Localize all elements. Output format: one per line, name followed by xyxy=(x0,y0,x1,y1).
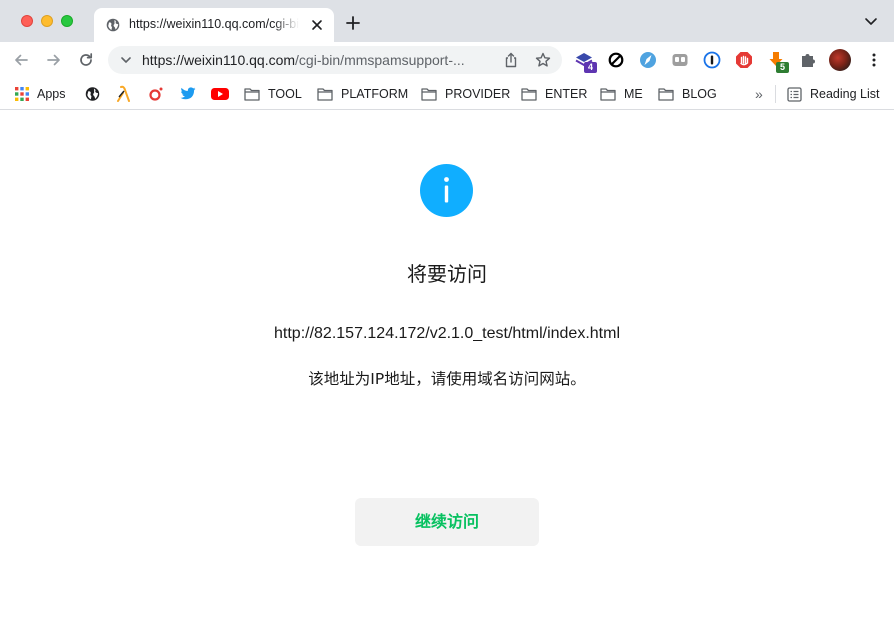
lambda-icon[interactable] xyxy=(116,84,132,104)
bookmarks-divider xyxy=(775,85,776,103)
bookmark-label: TOOL xyxy=(268,87,302,101)
globe-icon xyxy=(106,18,120,32)
extension-badge: 4 xyxy=(584,62,597,73)
more-menu-icon[interactable] xyxy=(866,52,882,68)
reading-list-icon xyxy=(787,86,802,102)
folder-icon xyxy=(244,88,260,101)
puzzle-icon[interactable] xyxy=(799,51,817,69)
reader-icon[interactable] xyxy=(671,51,689,69)
bookmark-folder-me[interactable]: ME xyxy=(600,84,643,104)
reading-list-label: Reading List xyxy=(810,87,880,101)
apps-grid-icon xyxy=(15,87,29,101)
url-host: https://weixin110.qq.com xyxy=(142,52,296,68)
back-icon[interactable] xyxy=(13,52,29,68)
continue-visit-button[interactable]: 继续访问 xyxy=(355,498,539,546)
fullscreen-window-button[interactable] xyxy=(61,15,73,27)
close-window-button[interactable] xyxy=(21,15,33,27)
folder-icon xyxy=(521,88,537,101)
browser-toolbar: https://weixin110.qq.com/cgi-bin/mmspams… xyxy=(0,42,894,78)
1password-icon[interactable] xyxy=(703,51,721,69)
adblock-icon[interactable] xyxy=(735,51,753,69)
bookmarks-bar: Apps TOOL PLATFORM PROVIDER ENTER ME BLO… xyxy=(0,78,894,110)
twitter-icon[interactable] xyxy=(180,84,196,104)
extension-badge: 5 xyxy=(776,62,789,73)
profile-avatar[interactable] xyxy=(829,49,851,71)
extension-stack[interactable]: 4 xyxy=(575,51,597,73)
forward-icon[interactable] xyxy=(46,52,62,68)
bookmark-folder-tool[interactable]: TOOL xyxy=(244,84,302,104)
tab-strip: https://weixin110.qq.com/cgi-bin/mmspams… xyxy=(0,0,894,42)
page-content: 将要访问 http://82.157.124.172/v2.1.0_test/h… xyxy=(0,110,894,634)
ip-address-notice: 该地址为IP地址，请使用域名访问网站。 xyxy=(308,370,586,388)
target-url: http://82.157.124.172/v2.1.0_test/html/i… xyxy=(274,325,620,342)
block-icon[interactable] xyxy=(607,51,625,69)
bookmark-label: ENTER xyxy=(545,87,588,101)
folder-icon xyxy=(658,88,674,101)
folder-icon xyxy=(317,88,333,101)
new-tab-icon[interactable] xyxy=(345,15,361,31)
extension-download[interactable]: 5 xyxy=(767,51,789,73)
bookmark-label: Apps xyxy=(37,87,66,101)
reading-list-button[interactable]: Reading List xyxy=(787,84,880,104)
folder-icon xyxy=(600,88,616,101)
close-tab-icon[interactable] xyxy=(310,18,324,32)
bookmark-folder-enter[interactable]: ENTER xyxy=(521,84,587,104)
tab-active[interactable]: https://weixin110.qq.com/cgi-bin/mmspams… xyxy=(94,8,334,42)
address-bar[interactable]: https://weixin110.qq.com/cgi-bin/mmspams… xyxy=(108,46,562,74)
bookmark-folder-provider[interactable]: PROVIDER xyxy=(421,84,510,104)
bookmark-label: ME xyxy=(624,87,643,101)
bookmark-label: BLOG xyxy=(682,87,717,101)
reload-icon[interactable] xyxy=(78,52,94,68)
youtube-icon[interactable] xyxy=(211,84,229,104)
bookmark-apps[interactable]: Apps xyxy=(15,84,66,104)
tab-title: https://weixin110.qq.com/cgi-bin/mmspams… xyxy=(129,17,299,31)
bookmark-label: PROVIDER xyxy=(445,87,511,101)
chevron-down-icon[interactable] xyxy=(120,55,132,65)
bookmark-folder-platform[interactable]: PLATFORM xyxy=(317,84,408,104)
browser-window: https://weixin110.qq.com/cgi-bin/mmspams… xyxy=(0,0,894,634)
share-icon[interactable] xyxy=(504,52,518,68)
bookmarks-overflow-button[interactable]: » xyxy=(755,84,763,104)
address-url[interactable]: https://weixin110.qq.com/cgi-bin/mmspams… xyxy=(142,52,497,70)
chevron-down-icon[interactable] xyxy=(864,17,878,27)
bookmark-label: PLATFORM xyxy=(341,87,409,101)
compass-icon[interactable] xyxy=(639,51,657,69)
minimize-window-button[interactable] xyxy=(41,15,53,27)
folder-icon xyxy=(421,88,437,101)
info-icon xyxy=(420,164,473,217)
url-path: /cgi-bin/mmspamsupport-... xyxy=(295,52,465,68)
globe-icon[interactable] xyxy=(85,84,100,104)
page-title: 将要访问 xyxy=(407,262,487,286)
bookmark-star-icon[interactable] xyxy=(535,52,551,68)
oschina-icon[interactable] xyxy=(148,84,164,104)
bookmark-folder-blog[interactable]: BLOG xyxy=(658,84,717,104)
